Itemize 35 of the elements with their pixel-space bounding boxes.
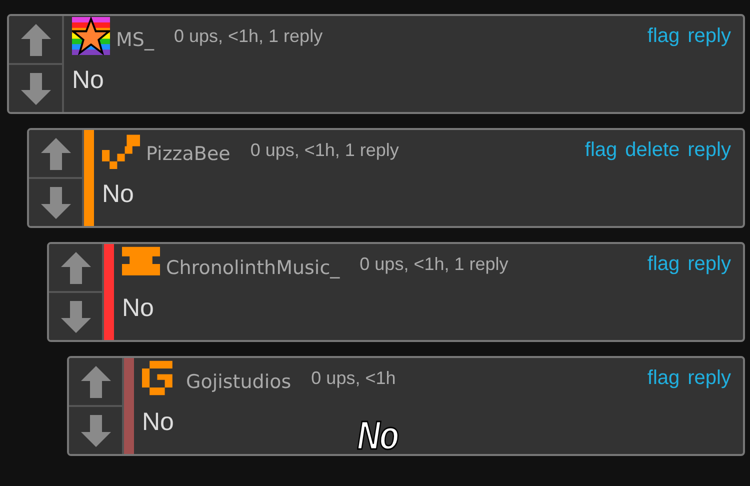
action-link[interactable]: flag xyxy=(639,24,680,48)
action-link[interactable]: flag xyxy=(639,366,680,390)
comment-text: No xyxy=(142,407,174,437)
comment-meta: 0 ups, <1h, 1 reply xyxy=(360,254,508,274)
downvote-button[interactable] xyxy=(69,405,122,454)
comment-meta: 0 ups, <1h, 1 reply xyxy=(250,140,399,160)
action-link[interactable]: reply xyxy=(680,24,731,48)
upvote-arrow-icon xyxy=(20,24,50,56)
downvote-arrow-icon xyxy=(60,300,90,332)
caption-text: No xyxy=(357,414,398,459)
downvote-button[interactable] xyxy=(9,63,62,112)
username[interactable]: PizzaBee xyxy=(146,143,230,165)
action-link[interactable]: flag xyxy=(639,252,680,276)
username[interactable]: Gojistudios xyxy=(186,371,292,393)
downvote-arrow-icon xyxy=(40,186,70,218)
upvote-arrow-icon xyxy=(40,138,70,170)
action-link[interactable]: reply xyxy=(680,366,731,390)
action-link[interactable]: reply xyxy=(680,138,731,162)
action-link[interactable]: reply xyxy=(680,252,731,276)
downvote-button[interactable] xyxy=(29,177,82,226)
action-link[interactable]: delete xyxy=(617,138,680,162)
downvote-arrow-icon xyxy=(20,72,50,104)
upvote-arrow-icon xyxy=(60,252,90,284)
username[interactable]: ChronolinthMusic_ xyxy=(166,257,340,279)
action-link[interactable]: flag xyxy=(576,138,618,162)
comment-text: No xyxy=(102,179,134,209)
username[interactable]: MS_ xyxy=(116,29,154,51)
comment-text: No xyxy=(72,65,104,95)
comment-text: No xyxy=(122,293,154,323)
comment-meta: 0 ups, <1h, 1 reply xyxy=(174,26,323,46)
upvote-arrow-icon xyxy=(80,366,110,398)
rainbow-star-avatar-icon xyxy=(72,17,110,55)
comment-meta: 0 ups, <1h xyxy=(311,368,396,388)
downvote-arrow-icon xyxy=(80,414,110,446)
downvote-button[interactable] xyxy=(49,291,102,340)
